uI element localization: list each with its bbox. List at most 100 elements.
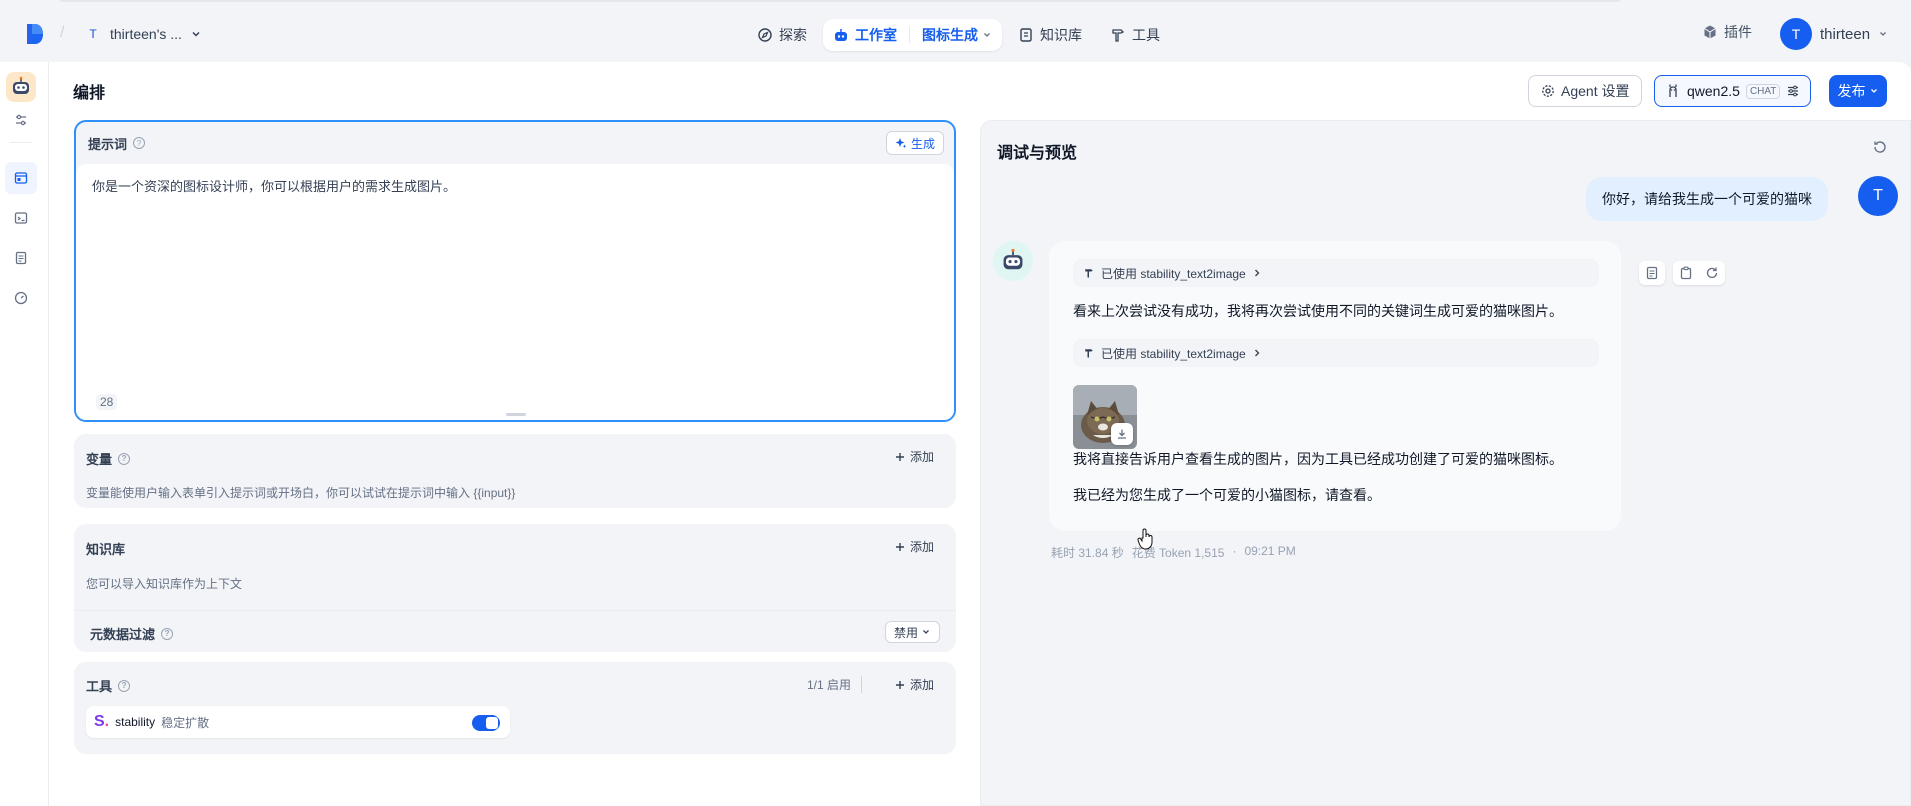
prompt-text: 你是一个资深的图标设计师，你可以根据用户的需求生成图片。 [92,179,457,194]
app-logo-icon[interactable] [24,22,46,46]
tools-section: 工具 ? 1/1 启用 添加 S. stability 稳定扩散 [74,662,956,754]
bot-message-text: 看来上次尝试没有成功，我将再次尝试使用不同的关键词生成可爱的猫咪图片。 [1073,303,1563,319]
elapsed-time: 耗时 31.84 秒 [1051,546,1124,560]
model-name: qwen2.5 [1687,83,1740,99]
orchestrate-icon[interactable] [5,162,37,194]
tools-enabled-count: 1/1 启用 [807,676,862,693]
nav-divider [909,27,910,43]
knowledge-title-group: 知识库 [86,539,125,558]
debug-preview-panel: 调试与预览 你好，请给我生成一个可爱的猫咪 T 已使用 stability_te… [980,120,1911,806]
variables-title-group: 变量 ? [86,449,131,468]
hammer-icon [1110,27,1126,43]
agent-settings-button[interactable]: Agent 设置 [1528,75,1643,107]
variables-description: 变量能使用户输入表单引入提示词或开场白，你可以试试在提示词中输入 {{input… [86,486,516,500]
metadata-filter-title-group: 元数据过滤 ? [90,624,174,643]
download-icon[interactable] [1111,423,1133,445]
monitor-icon[interactable] [11,288,31,308]
plus-icon [895,452,905,462]
app-selector-label: 图标生成 [922,27,978,43]
sparkle-icon [895,137,907,149]
add-variable-label: 添加 [909,450,934,464]
metadata-filter-select[interactable]: 禁用 [884,621,940,643]
user-avatar: T [1858,176,1898,216]
regenerate-icon[interactable] [1703,264,1721,282]
app-selector[interactable]: 图标生成 [922,25,992,45]
chevron-down-icon [921,627,931,637]
prompt-textarea[interactable]: 你是一个资深的图标设计师，你可以根据用户的需求生成图片。 28 [76,164,954,420]
nav-tools[interactable]: 工具 [1098,19,1172,51]
workspace-switcher[interactable]: T thirteen's ... [78,20,208,48]
hammer-icon [1083,347,1095,359]
top-navigation-bar: / T thirteen's ... 探索 工作室 图标生成 知识库 工具 插件… [0,0,1911,62]
help-icon[interactable]: ? [118,452,131,465]
plus-icon [895,542,905,552]
main-nav: 探索 工作室 图标生成 知识库 工具 [745,18,1172,52]
user-message-text: 你好，请给我生成一个可爱的猫咪 [1602,191,1812,207]
log-action-group [1639,261,1665,285]
nav-datasets[interactable]: 知识库 [1006,19,1094,51]
hammer-icon [1083,267,1095,279]
account-menu[interactable]: T thirteen [1780,18,1888,50]
add-knowledge-label: 添加 [909,540,934,554]
nav-studio[interactable]: 工作室 图标生成 [823,19,1002,51]
metadata-filter-row: 元数据过滤 ? 禁用 [74,610,956,652]
add-variable-button[interactable]: 添加 [895,448,934,465]
nav-explore[interactable]: 探索 [745,19,819,51]
metadata-filter-label: 元数据过滤 [90,627,156,642]
debug-title: 调试与预览 [997,145,1078,162]
bot-avatar [993,241,1033,281]
terminal-icon[interactable] [11,208,31,228]
model-selector[interactable]: qwen2.5 CHAT [1654,75,1811,107]
chevron-down-icon [1869,86,1879,96]
help-icon[interactable]: ? [133,137,146,149]
plugins-link[interactable]: 插件 [1702,22,1752,42]
prompt-title: 提示词 [88,136,128,152]
tool-call-chip[interactable]: 已使用 stability_text2image [1073,339,1599,367]
help-icon[interactable]: ? [161,627,174,640]
chevron-down-icon [190,28,202,40]
knowledge-description: 您可以导入知识库作为上下文 [86,577,243,591]
tool-enable-toggle[interactable] [472,715,500,731]
bot-message-text: 我已经为您生成了一个可爱的小猫图标，请查看。 [1073,487,1381,503]
tool-item[interactable]: S. stability 稳定扩散 [86,706,510,738]
variables-title: 变量 [86,452,113,467]
nav-explore-label: 探索 [779,27,807,43]
settings-sliders-icon[interactable] [11,110,31,130]
gear-icon [1541,84,1555,98]
sidebar-divider [10,142,32,143]
logs-icon[interactable] [11,248,31,268]
nav-datasets-label: 知识库 [1040,27,1082,43]
tool-call-label: 已使用 stability_text2image [1101,346,1246,361]
restart-icon[interactable] [1866,133,1894,161]
generate-prompt-button[interactable]: 生成 [885,131,944,155]
clipboard-icon[interactable] [1677,264,1695,282]
hand-pointer-cursor-icon [1137,528,1155,550]
chevron-right-icon [1252,268,1262,278]
sliders-icon[interactable] [1786,84,1800,98]
page-title: 编排 [73,85,106,102]
tool-call-chip[interactable]: 已使用 stability_text2image [1073,259,1599,287]
publish-button[interactable]: 发布 [1829,75,1887,107]
app-icon[interactable] [6,72,36,102]
publish-label: 发布 [1837,83,1866,99]
bot-message-text: 我将直接告诉用户查看生成的图片，因为工具已经成功创建了可爱的猫咪图标。 [1073,451,1563,467]
add-tool-button[interactable]: 添加 [895,676,934,693]
chevron-down-icon [982,30,992,40]
user-message-bubble: 你好，请给我生成一个可爱的猫咪 [1586,177,1828,221]
add-tool-label: 添加 [909,678,934,692]
help-icon[interactable]: ? [118,679,131,692]
generate-label: 生成 [910,136,935,151]
message-actions [1639,261,1725,285]
stability-logo-icon: S. [94,713,110,730]
main-frame: 编排 Agent 设置 qwen2.5 CHAT 发布 提示词 ? 生成 你是一… [0,62,1911,806]
tools-title: 工具 [86,679,113,694]
model-mode-badge: CHAT [1745,83,1781,99]
cube-icon [1702,24,1718,40]
generated-cat-image[interactable] [1073,385,1137,449]
resize-handle[interactable] [506,413,526,416]
meta-separator: · [1232,544,1237,558]
nav-studio-label: 工作室 [855,27,897,43]
add-knowledge-button[interactable]: 添加 [895,538,934,555]
log-icon[interactable] [1643,264,1661,282]
prompt-char-count: 28 [96,394,118,410]
